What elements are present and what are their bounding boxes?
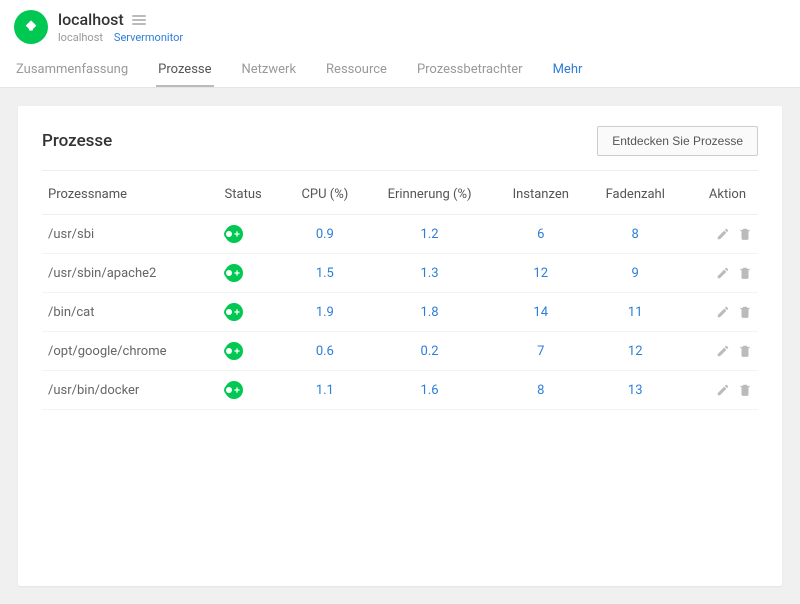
- tab-processes[interactable]: Prozesse: [156, 54, 213, 87]
- col-status[interactable]: Status: [219, 175, 286, 215]
- cell-memory[interactable]: 0.2: [365, 332, 495, 371]
- tab-processviewer[interactable]: Prozessbetrachter: [415, 54, 525, 87]
- cell-memory[interactable]: 1.6: [365, 371, 495, 410]
- col-threads[interactable]: Fadenzahl: [587, 175, 683, 215]
- cell-status: [219, 293, 286, 332]
- tab-bar: Zusammenfassung Prozesse Netzwerk Ressou…: [14, 54, 786, 87]
- delete-icon[interactable]: [738, 383, 752, 397]
- tab-network[interactable]: Netzwerk: [240, 54, 299, 87]
- status-up-icon: [225, 381, 243, 399]
- cell-cpu[interactable]: 1.5: [285, 254, 365, 293]
- cell-name: /opt/google/chrome: [42, 332, 219, 371]
- processes-table: Prozessname Status CPU (%) Erinnerung (%…: [42, 175, 758, 446]
- table-row: /usr/sbi 0.91.268: [42, 215, 758, 254]
- cell-memory[interactable]: 1.2: [365, 215, 495, 254]
- cell-cpu[interactable]: 1.1: [285, 371, 365, 410]
- tab-summary[interactable]: Zusammenfassung: [14, 54, 130, 87]
- cell-cpu[interactable]: 1.9: [285, 293, 365, 332]
- host-title: localhost: [58, 10, 124, 29]
- cell-instances[interactable]: 8: [495, 371, 587, 410]
- delete-icon[interactable]: [738, 266, 752, 280]
- breadcrumb-host[interactable]: localhost: [58, 31, 103, 44]
- edit-icon[interactable]: [716, 383, 730, 397]
- cell-instances[interactable]: 7: [495, 332, 587, 371]
- cell-status: [219, 254, 286, 293]
- edit-icon[interactable]: [716, 305, 730, 319]
- cell-instances[interactable]: 14: [495, 293, 587, 332]
- breadcrumb: localhost Servermonitor: [58, 31, 183, 44]
- cell-status: [219, 215, 286, 254]
- cell-threads[interactable]: 9: [587, 254, 683, 293]
- cell-threads[interactable]: 13: [587, 371, 683, 410]
- cell-status: [219, 332, 286, 371]
- cell-name: /usr/bin/docker: [42, 371, 219, 410]
- cell-status: [219, 371, 286, 410]
- cell-instances[interactable]: 6: [495, 215, 587, 254]
- breadcrumb-page[interactable]: Servermonitor: [114, 31, 183, 44]
- cell-cpu[interactable]: 0.9: [285, 215, 365, 254]
- edit-icon[interactable]: [716, 227, 730, 241]
- delete-icon[interactable]: [738, 305, 752, 319]
- edit-icon[interactable]: [716, 344, 730, 358]
- cell-name: /bin/cat: [42, 293, 219, 332]
- col-action: Aktion: [683, 175, 758, 215]
- col-memory[interactable]: Erinnerung (%): [365, 175, 495, 215]
- panel-title: Prozesse: [42, 131, 112, 151]
- cell-threads[interactable]: 12: [587, 332, 683, 371]
- status-up-icon: [225, 342, 243, 360]
- cell-name: /usr/sbi: [42, 215, 219, 254]
- table-row: /usr/sbin/apache2 1.51.3129: [42, 254, 758, 293]
- cell-threads[interactable]: 11: [587, 293, 683, 332]
- delete-icon[interactable]: [738, 227, 752, 241]
- cell-threads[interactable]: 8: [587, 215, 683, 254]
- cell-memory[interactable]: 1.8: [365, 293, 495, 332]
- cell-name: /usr/sbin/apache2: [42, 254, 219, 293]
- discover-processes-button[interactable]: Entdecken Sie Prozesse: [597, 126, 758, 156]
- tab-more[interactable]: Mehr: [551, 54, 585, 87]
- host-status-badge: [14, 10, 48, 44]
- tab-resource[interactable]: Ressource: [324, 54, 389, 87]
- col-instances[interactable]: Instanzen: [495, 175, 587, 215]
- status-up-icon: [225, 264, 243, 282]
- cell-memory[interactable]: 1.3: [365, 254, 495, 293]
- status-up-icon: [225, 225, 243, 243]
- status-up-icon: [225, 303, 243, 321]
- hamburger-icon[interactable]: [132, 13, 146, 27]
- cell-instances[interactable]: 12: [495, 254, 587, 293]
- edit-icon[interactable]: [716, 266, 730, 280]
- delete-icon[interactable]: [738, 344, 752, 358]
- col-cpu[interactable]: CPU (%): [285, 175, 365, 215]
- cell-cpu[interactable]: 0.6: [285, 332, 365, 371]
- processes-panel: Prozesse Entdecken Sie Prozesse Prozessn…: [18, 106, 782, 586]
- col-name[interactable]: Prozessname: [42, 175, 219, 215]
- table-row: /bin/cat 1.91.81411: [42, 293, 758, 332]
- table-row: /usr/bin/docker 1.11.6813: [42, 371, 758, 410]
- table-row: /opt/google/chrome 0.60.2712: [42, 332, 758, 371]
